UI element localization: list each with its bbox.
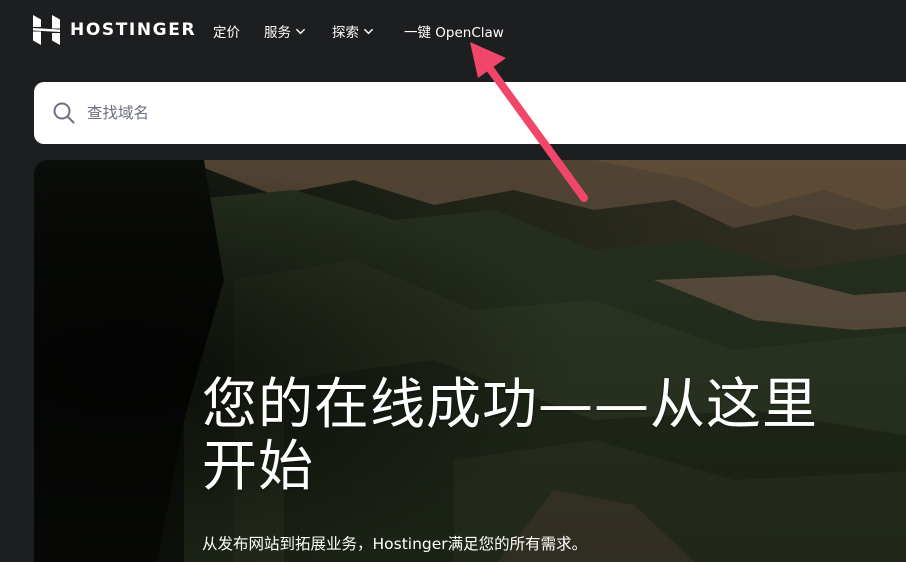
- nav-item-explore[interactable]: 探索: [332, 21, 374, 41]
- search-icon: [53, 102, 75, 124]
- top-navbar: HOSTINGER 定价 服务 探索 一键 OpenClaw: [0, 0, 906, 62]
- hero-section: 您的在线成功——从这里开始 从发布网站到拓展业务，Hostinger满足您的所有…: [34, 160, 906, 562]
- chevron-down-icon: [296, 28, 305, 34]
- nav-menu: 定价 服务 探索 一键 OpenClaw: [213, 21, 504, 41]
- page: HOSTINGER 定价 服务 探索 一键 OpenClaw 查找域名 您的在线…: [0, 0, 906, 562]
- domain-search-bar: [34, 82, 906, 144]
- nav-item-label: 一键 OpenClaw: [404, 25, 504, 41]
- hero-background-image: [34, 160, 906, 562]
- brand-logo[interactable]: HOSTINGER: [33, 15, 196, 45]
- hero-title: 您的在线成功——从这里开始: [202, 372, 819, 498]
- nav-item-openclaw[interactable]: 一键 OpenClaw: [404, 21, 504, 41]
- nav-item-label: 探索: [332, 25, 359, 41]
- nav-item-pricing[interactable]: 定价: [213, 21, 240, 41]
- nav-item-services[interactable]: 服务: [264, 21, 306, 41]
- domain-search-input[interactable]: [87, 98, 787, 128]
- hero-subtitle: 从发布网站到拓展业务，Hostinger满足您的所有需求。: [202, 535, 588, 553]
- hostinger-logo-icon: [33, 15, 60, 45]
- brand-name: HOSTINGER: [70, 20, 197, 40]
- nav-item-label: 服务: [264, 25, 291, 41]
- nav-item-label: 定价: [213, 25, 240, 41]
- chevron-down-icon: [364, 28, 373, 34]
